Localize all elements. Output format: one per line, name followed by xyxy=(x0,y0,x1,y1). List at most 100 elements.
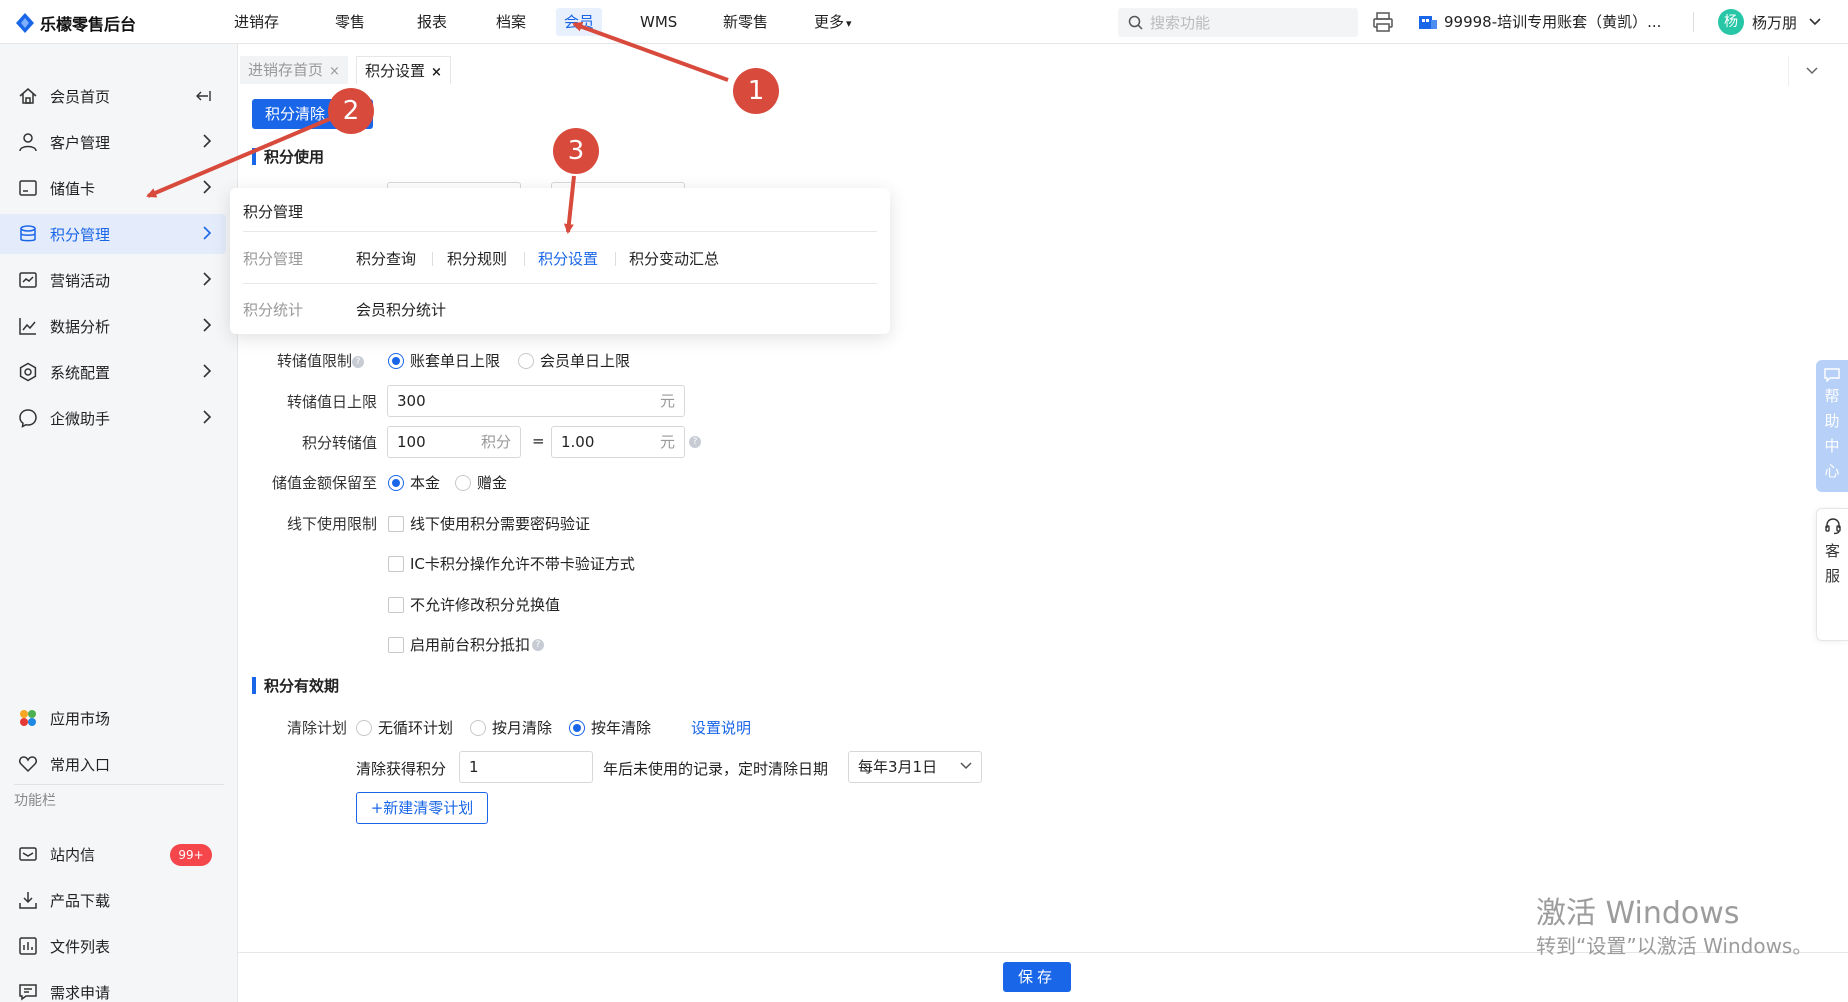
nav-wms[interactable]: WMS xyxy=(632,8,685,36)
sidebar-item-points[interactable]: 积分管理 xyxy=(0,214,226,254)
points-convert-points-input[interactable]: 100 积分 xyxy=(387,426,521,458)
help-icon[interactable]: ? xyxy=(352,355,364,368)
help-center-button[interactable]: 帮助中心 xyxy=(1816,360,1848,492)
checkbox-label: 启用前台积分抵扣 xyxy=(410,636,531,654)
chevron-right-icon xyxy=(203,134,212,148)
radio-monthly-clear[interactable]: 按月清除 xyxy=(470,717,552,738)
sidebar-item-label: 积分管理 xyxy=(50,225,111,244)
checkbox-enable-pos-deduction[interactable]: 启用前台积分抵扣? xyxy=(388,634,545,655)
sidebar-item-app-market[interactable]: 应用市场 xyxy=(0,698,226,738)
help-icon[interactable]: ? xyxy=(532,638,545,651)
clear-points-years-input[interactable]: 1 xyxy=(459,751,593,783)
save-button[interactable]: 保存 xyxy=(1003,962,1071,992)
account-selector[interactable]: 99998-培训专用账套（黄凯）... xyxy=(1418,11,1661,32)
clear-plan-label: 清除计划 xyxy=(286,719,347,737)
radio-yearly-clear[interactable]: 按年清除 xyxy=(569,717,651,738)
tab-points-settings[interactable]: 积分设置 × xyxy=(356,56,451,84)
sidebar-item-wecom-assistant[interactable]: 企微助手 xyxy=(0,398,226,438)
sidebar-item-label: 客户管理 xyxy=(50,133,111,152)
collapse-sidebar-icon[interactable] xyxy=(196,88,212,104)
radio-unchecked xyxy=(518,352,534,369)
sidebar-item-marketing[interactable]: 营销活动 xyxy=(0,260,226,300)
menu-title: 积分管理 xyxy=(243,203,304,221)
checkbox-unchecked xyxy=(388,596,404,613)
menu-row-label: 积分管理 xyxy=(243,250,304,268)
sidebar-item-label: 营销活动 xyxy=(50,271,111,290)
sidebar-item-files[interactable]: 文件列表 xyxy=(0,926,226,966)
sidebar-item-label: 储值卡 xyxy=(50,179,96,198)
radio-unchecked xyxy=(470,719,486,736)
chevron-right-icon xyxy=(203,226,212,240)
checkbox-unchecked xyxy=(388,636,404,653)
download-icon xyxy=(18,890,38,910)
nav-retail[interactable]: 零售 xyxy=(327,8,373,36)
sidebar-item-label: 系统配置 xyxy=(50,363,111,382)
menu-link-points-query[interactable]: 积分查询 xyxy=(356,248,416,269)
nav-new-retail[interactable]: 新零售 xyxy=(715,8,776,36)
link-separator xyxy=(615,252,616,266)
customer-service-label: 客服 xyxy=(1824,542,1840,585)
radio-label: 无循环计划 xyxy=(378,719,454,737)
nav-more[interactable]: 更多 ▾ xyxy=(806,8,860,36)
radio-checked xyxy=(569,719,585,736)
equals-sign: = xyxy=(532,432,545,450)
search-input[interactable] xyxy=(1150,8,1350,37)
sidebar-item-downloads[interactable]: 产品下载 xyxy=(0,880,226,920)
tab-inventory-home[interactable]: 进销存首页 × xyxy=(240,56,348,84)
checkbox-disallow-modify-exchange[interactable]: 不允许修改积分兑换值 xyxy=(388,594,560,615)
sidebar-item-favorites[interactable]: 常用入口 xyxy=(0,744,226,784)
points-convert-yuan-input[interactable]: 1.00 元 xyxy=(551,426,685,458)
menu-link-member-points-stats[interactable]: 会员积分统计 xyxy=(356,299,446,320)
sidebar-item-inbox[interactable]: 站内信 99+ xyxy=(0,834,226,874)
sidebar-item-system-config[interactable]: 系统配置 xyxy=(0,352,226,392)
sidebar-item-label: 产品下载 xyxy=(50,891,111,910)
radio-member-daily-limit[interactable]: 会员单日上限 xyxy=(518,350,630,371)
menu-link-points-settings[interactable]: 积分设置 xyxy=(538,248,598,269)
close-icon[interactable]: × xyxy=(329,64,340,79)
unit-label: 元 xyxy=(659,392,675,410)
sidebar-item-requests[interactable]: 需求申请 xyxy=(0,972,226,1002)
sidebar-item-stored-card[interactable]: 储值卡 xyxy=(0,168,226,208)
sidebar-item-customers[interactable]: 客户管理 xyxy=(0,122,226,162)
nav-inventory[interactable]: 进销存 xyxy=(226,8,287,36)
radio-principal[interactable]: 本金 xyxy=(388,472,440,493)
customer-service-button[interactable]: 客服 xyxy=(1816,508,1848,641)
menu-link-points-change-summary[interactable]: 积分变动汇总 xyxy=(629,248,719,269)
search-box[interactable] xyxy=(1118,8,1358,37)
clear-date-select[interactable]: 每年3月1日 xyxy=(848,751,982,783)
settings-help-link[interactable]: 设置说明 xyxy=(691,717,751,738)
help-icon[interactable]: ? xyxy=(689,436,701,448)
step-marker-1: 1 xyxy=(733,68,779,114)
menu-link-points-rules[interactable]: 积分规则 xyxy=(447,248,507,269)
printer-icon[interactable] xyxy=(1372,11,1394,33)
nav-archives[interactable]: 档案 xyxy=(488,8,534,36)
checkbox-unchecked xyxy=(388,515,404,532)
section-points-use: 积分使用 xyxy=(252,146,324,167)
transfer-daily-label: 转储值日上限 xyxy=(286,393,377,411)
app-logo[interactable]: 乐檬零售后台 xyxy=(16,11,136,35)
radio-account-daily-limit[interactable]: 账套单日上限 xyxy=(388,350,500,371)
radio-checked xyxy=(388,352,404,369)
unit-label: 元 xyxy=(659,433,675,451)
apps-icon xyxy=(18,708,38,728)
add-clear-plan-button[interactable]: +新建清零计划 xyxy=(356,792,488,824)
line-chart-icon xyxy=(18,316,38,336)
close-icon[interactable]: × xyxy=(431,65,442,80)
checkbox-label: 线下使用积分需要密码验证 xyxy=(410,515,591,533)
radio-bonus[interactable]: 赠金 xyxy=(455,472,507,493)
nav-reports[interactable]: 报表 xyxy=(409,8,455,36)
user-menu[interactable]: 杨 杨万朋 xyxy=(1718,9,1821,35)
radio-unchecked xyxy=(356,719,372,736)
sidebar-item-analytics[interactable]: 数据分析 xyxy=(0,306,226,346)
checkbox-ic-card-no-card[interactable]: IC卡积分操作允许不带卡验证方式 xyxy=(388,553,635,574)
tabs-menu[interactable] xyxy=(1788,56,1832,86)
nav-member[interactable]: 会员 xyxy=(556,8,603,36)
account-icon xyxy=(1419,15,1437,29)
database-icon xyxy=(18,224,38,244)
checkbox-offline-password[interactable]: 线下使用积分需要密码验证 xyxy=(388,513,590,534)
sidebar-item-member-home[interactable]: 会员首页 xyxy=(0,76,226,116)
link-separator xyxy=(524,252,525,266)
step-marker-2: 2 xyxy=(328,88,374,134)
radio-no-cycle[interactable]: 无循环计划 xyxy=(356,717,453,738)
transfer-daily-input[interactable]: 300 元 xyxy=(387,385,685,417)
